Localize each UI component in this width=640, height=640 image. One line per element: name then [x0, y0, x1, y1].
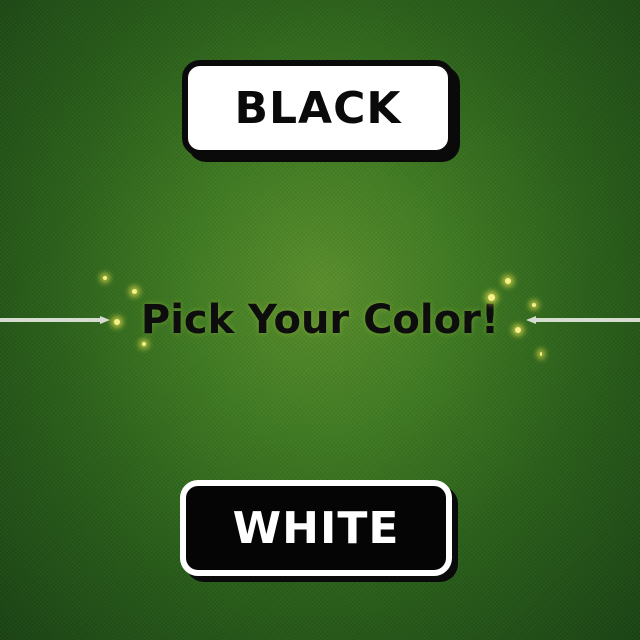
- page-title: Pick Your Color!: [140, 297, 500, 343]
- right-divider: [536, 318, 640, 322]
- pick-black-label: BLACK: [234, 82, 402, 134]
- left-divider: [0, 318, 100, 322]
- sparkle-particle: [142, 342, 146, 346]
- sparkle-particle: [103, 276, 107, 280]
- right-divider-tip: [526, 316, 536, 324]
- left-divider-tip: [100, 316, 110, 324]
- pick-black-button[interactable]: BLACK: [182, 60, 454, 156]
- sparkle-particle: [540, 352, 542, 356]
- sparkle-particle: [505, 278, 511, 284]
- pick-white-button[interactable]: WHITE: [180, 480, 452, 576]
- sparkle-particle: [515, 327, 521, 333]
- sparkle-particle: [488, 294, 495, 301]
- pick-white-label: WHITE: [232, 502, 400, 554]
- sparkle-particle: [132, 289, 137, 294]
- title-row: Pick Your Color!: [0, 292, 640, 348]
- sparkle-particle: [532, 303, 536, 307]
- sparkle-particle: [114, 319, 120, 325]
